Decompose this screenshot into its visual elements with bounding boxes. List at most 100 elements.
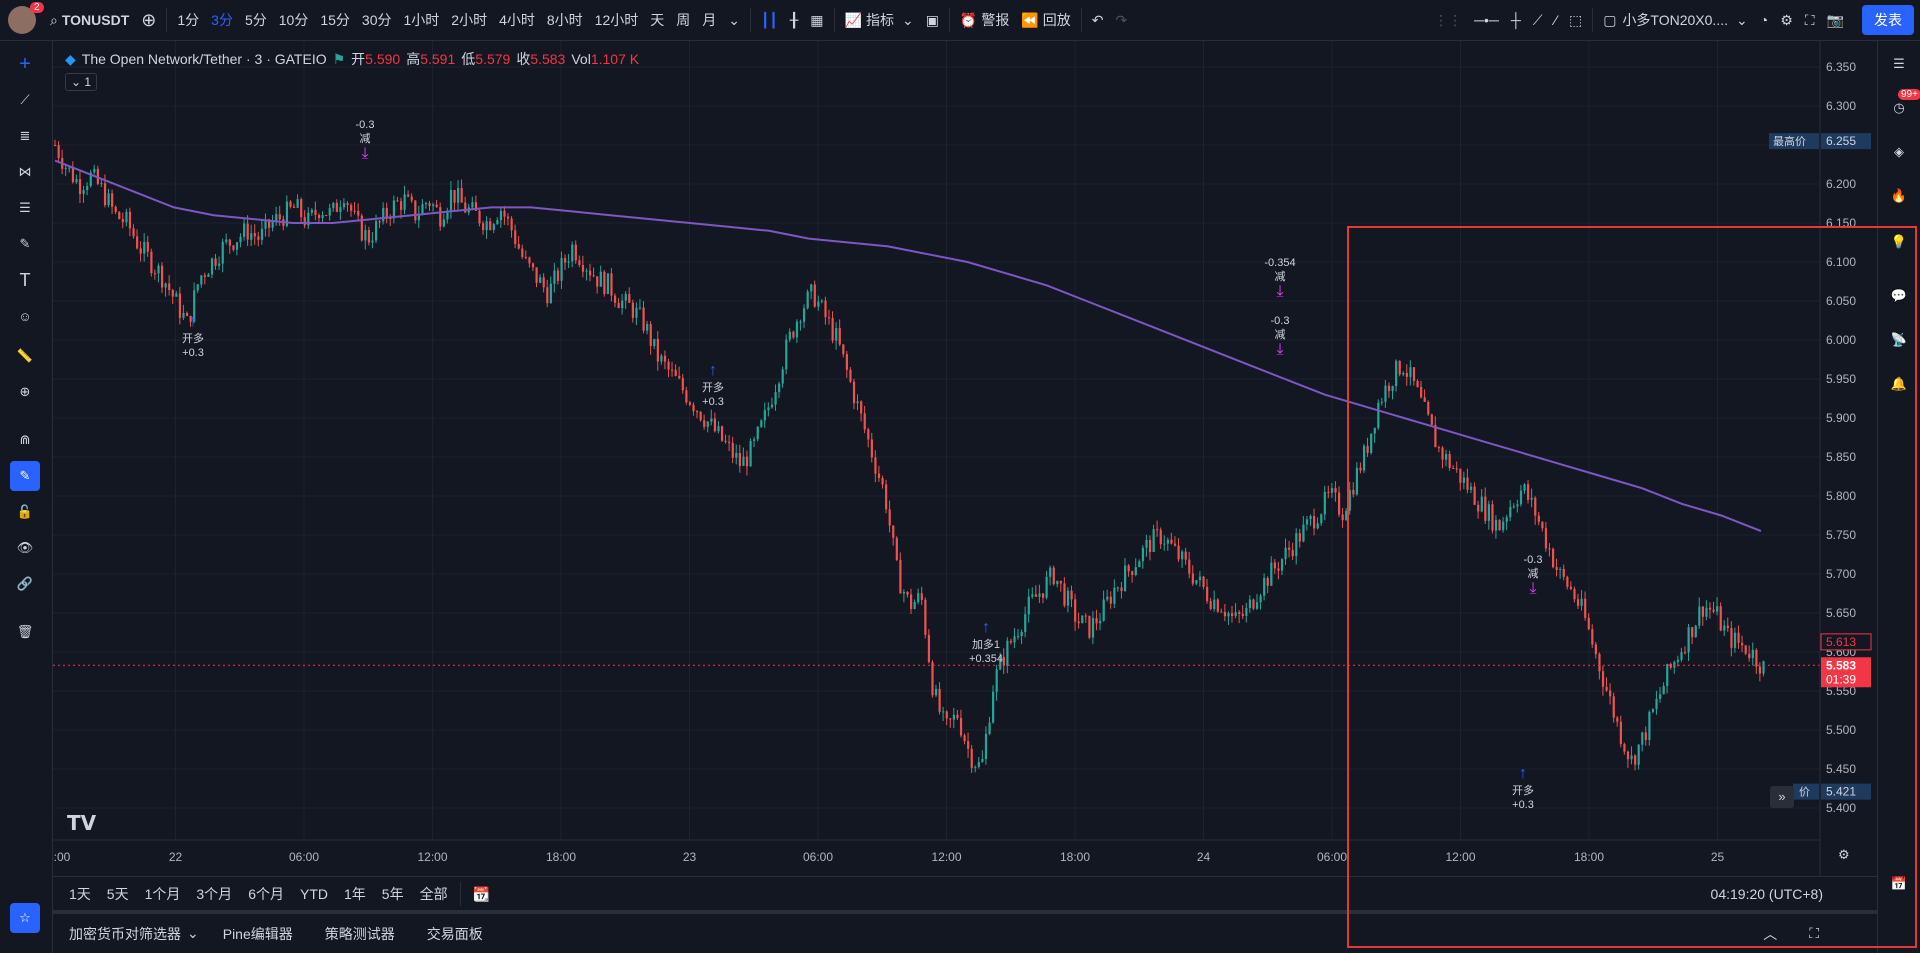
table-button[interactable]: ▦ bbox=[804, 0, 829, 40]
range-button-0[interactable]: 1天 bbox=[61, 884, 99, 904]
interval-0[interactable]: 1分 bbox=[171, 10, 205, 30]
crosshair-tool[interactable]: + bbox=[10, 49, 40, 79]
emoji-tool[interactable]: ☺ bbox=[10, 301, 40, 331]
panel-tab-3[interactable]: 交易面板 bbox=[411, 924, 499, 944]
legend-title[interactable]: The Open Network/Tether · 3 · GATEIO bbox=[82, 51, 327, 67]
trade-annotation-reduce[interactable]: -0.3减⤓ bbox=[356, 119, 375, 162]
range-button-8[interactable]: 全部 bbox=[412, 884, 456, 904]
interval-6[interactable]: 1小时 bbox=[397, 10, 445, 30]
publish-button[interactable]: 发表 bbox=[1850, 0, 1920, 40]
chevron-down-icon[interactable]: ⌄ bbox=[187, 925, 199, 942]
trade-annotation-long[interactable]: ↑开多 +0.3 bbox=[702, 362, 724, 408]
trade-annotation-long[interactable]: ↑开多 +0.3 bbox=[1512, 765, 1534, 811]
clock-display[interactable]: 04:19:20 (UTC+8) bbox=[1711, 886, 1877, 902]
interval-dropdown[interactable]: ⌄ bbox=[722, 0, 746, 40]
chat-button[interactable]: 💬 bbox=[1884, 281, 1914, 311]
range-button-1[interactable]: 5天 bbox=[99, 884, 137, 904]
fib-tool[interactable]: ≣ bbox=[10, 121, 40, 151]
trade-annotation-reduce[interactable]: -0.354减⤓ bbox=[1264, 257, 1295, 300]
brush-tool[interactable]: ✎ bbox=[10, 229, 40, 259]
trade-annotation-long[interactable]: ↑开多 +0.3 bbox=[182, 313, 204, 359]
hotlist-button[interactable]: 🔥 bbox=[1884, 181, 1914, 211]
bar-type-button[interactable]: ╂ bbox=[784, 0, 804, 40]
snapshot-button[interactable]: 📷 bbox=[1821, 0, 1850, 40]
interval-4[interactable]: 15分 bbox=[314, 10, 356, 30]
stay-drawing-tool[interactable]: ✎ bbox=[10, 461, 40, 491]
candle-type-button[interactable]: ┃┃ bbox=[755, 0, 784, 40]
collapse-panel-button[interactable]: ︿ bbox=[1747, 924, 1793, 944]
panel-tab-1[interactable]: Pine编辑器 bbox=[207, 924, 309, 944]
delete-tool[interactable]: 🗑 bbox=[10, 617, 40, 647]
trade-annotation-reduce[interactable]: -0.3减⤓ bbox=[1271, 315, 1290, 358]
fullscreen-button[interactable]: ⛶ bbox=[1799, 0, 1821, 40]
forecast-tool[interactable]: ☰ bbox=[10, 193, 40, 223]
range-button-3[interactable]: 3个月 bbox=[188, 884, 240, 904]
trade-annotation-add[interactable]: ↑加多1 +0.354 bbox=[969, 619, 1003, 665]
layout-button[interactable]: ▢ 小多TON20X0.... ⌄ bbox=[1597, 0, 1754, 40]
ray-tool[interactable]: ⁄ bbox=[1549, 0, 1563, 40]
chart-area[interactable]: ↑ 开多 +0.3 -0.3 减 ⤓ ↑ 开多 +0.3 ↑ 加多1 +0.354 -0.354 减 ⤓ -0… bbox=[53, 41, 1877, 876]
chart-canvas[interactable]: ↑开多+0.3 -0.3减⤓ ↑开多+0.3 ↑加多1+0.354 -0.354减⤓ -0… bbox=[53, 41, 1877, 876]
notifications-button[interactable]: 🔔 bbox=[1884, 369, 1914, 399]
trade-annotation-reduce[interactable]: -0.3减⤓ bbox=[1524, 554, 1543, 597]
calendar-button[interactable]: 📅 bbox=[1884, 869, 1914, 899]
streams-button[interactable]: 📡 bbox=[1884, 325, 1914, 355]
interval-2[interactable]: 5分 bbox=[239, 10, 273, 30]
lock-tool[interactable]: 🔓 bbox=[10, 497, 40, 527]
alerts-panel-button[interactable]: ◷ 99+ bbox=[1884, 89, 1920, 123]
range-button-4[interactable]: 6个月 bbox=[240, 884, 292, 904]
horizontal-line-tool[interactable]: ─•─ bbox=[1468, 0, 1505, 40]
watchlist-button[interactable]: ☰ bbox=[1884, 49, 1914, 79]
legend-collapse-button[interactable]: ⌄ 1 bbox=[65, 73, 98, 91]
interval-11[interactable]: 天 bbox=[644, 10, 670, 30]
goto-date-button[interactable]: 📆 bbox=[465, 886, 498, 903]
trend-line-tool[interactable]: ⟋ bbox=[1527, 0, 1549, 40]
rectangle-tool[interactable]: ⬚ bbox=[1563, 0, 1588, 40]
flag-icon[interactable]: ⚑ bbox=[333, 51, 346, 68]
ruler-tool[interactable]: 📏 bbox=[10, 341, 40, 371]
interval-9[interactable]: 8小时 bbox=[541, 10, 589, 30]
visibility-tool[interactable]: 👁 bbox=[10, 533, 40, 563]
text-tool[interactable]: T bbox=[10, 265, 40, 295]
interval-1[interactable]: 3分 bbox=[205, 10, 239, 30]
indicators-button[interactable]: 📈 指标 ⌄ bbox=[839, 0, 920, 40]
pattern-tool[interactable]: ⋈ bbox=[10, 157, 40, 187]
magnet-tool[interactable]: ⋒ bbox=[10, 425, 40, 455]
time-tick: 06:00 bbox=[289, 850, 319, 864]
templates-button[interactable]: ▣ bbox=[920, 0, 945, 40]
link-tool[interactable]: 🔗 bbox=[10, 569, 40, 599]
undo-button[interactable]: ↶ bbox=[1086, 0, 1110, 40]
quick-search-button[interactable]: ◔ bbox=[1754, 0, 1774, 40]
interval-10[interactable]: 12小时 bbox=[589, 10, 645, 30]
axis-settings-button[interactable]: ⚙ bbox=[1838, 847, 1850, 863]
panel-tab-2[interactable]: 策略测试器 bbox=[309, 924, 411, 944]
scroll-to-realtime-button[interactable]: » bbox=[1770, 786, 1794, 808]
interval-8[interactable]: 4小时 bbox=[493, 10, 541, 30]
favorites-button[interactable]: ☆ bbox=[10, 903, 40, 933]
user-avatar[interactable]: 2 bbox=[0, 0, 44, 40]
range-button-5[interactable]: YTD bbox=[292, 886, 336, 902]
range-button-2[interactable]: 1个月 bbox=[137, 884, 189, 904]
candle-body bbox=[1523, 484, 1526, 491]
ideas-button[interactable]: 💡 bbox=[1884, 227, 1914, 257]
layers-button[interactable]: ◈ bbox=[1884, 137, 1914, 167]
alert-button[interactable]: ⏰ 警报 bbox=[954, 0, 1015, 40]
interval-3[interactable]: 10分 bbox=[273, 10, 315, 30]
redo-button[interactable]: ↷ bbox=[1110, 0, 1134, 40]
drag-handle[interactable]: ⋮⋮ bbox=[1428, 0, 1468, 40]
vertical-line-tool[interactable]: ┼ bbox=[1505, 0, 1527, 40]
settings-button[interactable]: ⚙ bbox=[1774, 0, 1799, 40]
line-tool[interactable]: ⟋ bbox=[10, 85, 40, 115]
panel-tab-0[interactable]: 加密货币对筛选器 bbox=[53, 924, 197, 944]
interval-5[interactable]: 30分 bbox=[356, 10, 398, 30]
symbol-search-button[interactable]: ⌕ TONUSDT bbox=[44, 0, 135, 40]
interval-13[interactable]: 月 bbox=[696, 10, 722, 30]
replay-button[interactable]: ⏪ 回放 bbox=[1015, 0, 1076, 40]
range-button-7[interactable]: 5年 bbox=[374, 884, 412, 904]
range-button-6[interactable]: 1年 bbox=[336, 884, 374, 904]
maximize-panel-button[interactable]: ⛶ bbox=[1793, 925, 1877, 942]
interval-12[interactable]: 周 bbox=[670, 10, 696, 30]
interval-7[interactable]: 2小时 bbox=[445, 10, 493, 30]
zoom-tool[interactable]: ⊕ bbox=[10, 377, 40, 407]
compare-symbol-button[interactable]: ⊕ bbox=[135, 0, 162, 40]
